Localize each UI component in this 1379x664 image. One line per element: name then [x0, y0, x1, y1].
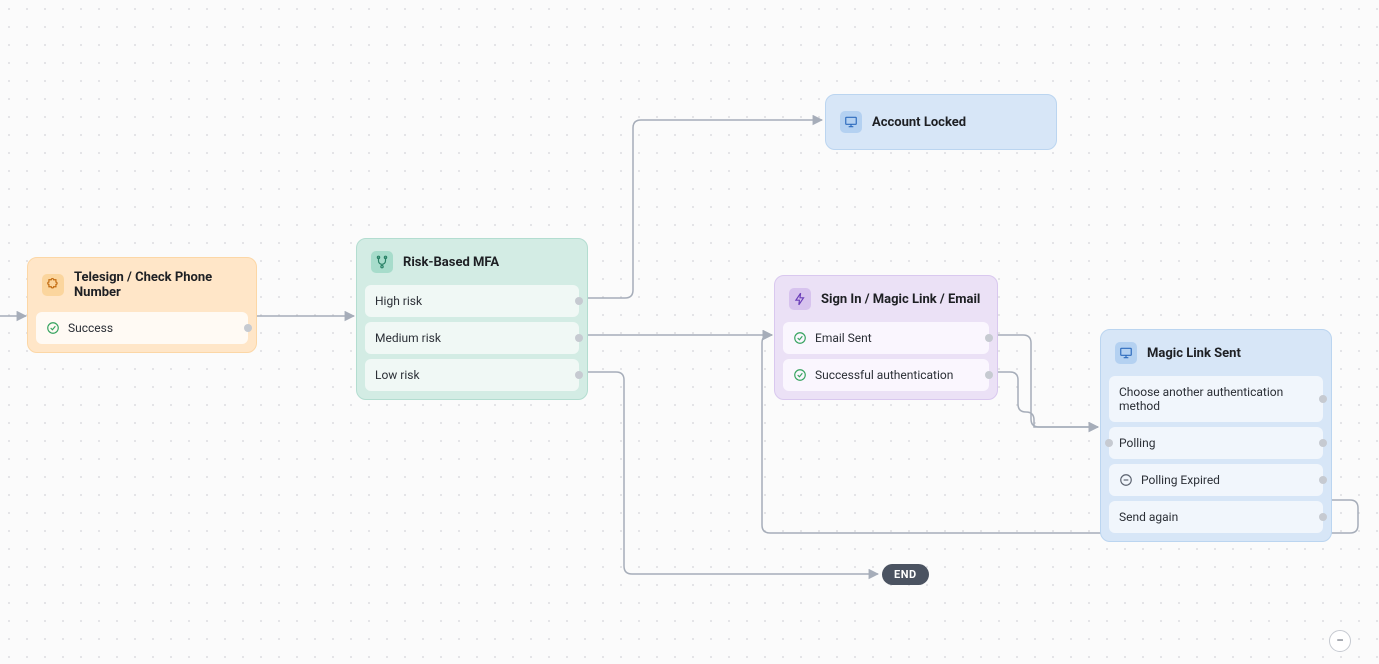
node-title: Telesign / Check Phone Number — [74, 270, 242, 300]
check-circle-icon — [793, 331, 807, 345]
output-port[interactable] — [985, 371, 993, 379]
node-header: Sign In / Magic Link / Email — [775, 276, 997, 322]
row-label: Medium risk — [375, 331, 441, 345]
row-polling-expired[interactable]: Polling Expired — [1109, 464, 1323, 496]
row-polling[interactable]: Polling — [1109, 427, 1323, 459]
row-label: Send again — [1119, 510, 1178, 524]
output-port[interactable] — [575, 334, 583, 342]
row-label: Polling — [1119, 436, 1155, 450]
row-success[interactable]: Success — [36, 312, 248, 344]
node-header: Account Locked — [826, 95, 1056, 149]
output-port[interactable] — [575, 371, 583, 379]
puzzle-icon — [42, 274, 64, 296]
row-email-sent[interactable]: Email Sent — [783, 322, 989, 354]
row-label: Polling Expired — [1141, 473, 1220, 487]
lightning-icon — [789, 288, 811, 310]
row-low-risk[interactable]: Low risk — [365, 359, 579, 391]
node-header: Risk-Based MFA — [357, 239, 587, 285]
check-circle-icon — [46, 321, 60, 335]
node-magic-link-sent[interactable]: Magic Link Sent Choose another authentic… — [1100, 329, 1332, 542]
check-circle-icon — [793, 368, 807, 382]
row-label: High risk — [375, 294, 422, 308]
node-title: Account Locked — [872, 115, 966, 130]
output-port[interactable] — [985, 334, 993, 342]
node-risk-mfa[interactable]: Risk-Based MFA High risk Medium risk Low… — [356, 238, 588, 400]
row-high-risk[interactable]: High risk — [365, 285, 579, 317]
flow-canvas[interactable]: Telesign / Check Phone Number Success Ri… — [0, 0, 1379, 664]
row-medium-risk[interactable]: Medium risk — [365, 322, 579, 354]
node-title: Risk-Based MFA — [403, 255, 499, 270]
node-header: Magic Link Sent — [1101, 330, 1331, 376]
node-title: Sign In / Magic Link / Email — [821, 292, 980, 307]
output-port[interactable] — [1319, 439, 1327, 447]
row-label: Email Sent — [815, 331, 872, 345]
row-auth-success[interactable]: Successful authentication — [783, 359, 989, 391]
row-send-again[interactable]: Send again — [1109, 501, 1323, 533]
output-port[interactable] — [244, 324, 252, 332]
node-header: Telesign / Check Phone Number — [28, 258, 256, 312]
monitor-icon — [840, 111, 862, 133]
minus-circle-icon — [1119, 473, 1133, 487]
node-title: Magic Link Sent — [1147, 346, 1241, 361]
end-badge: END — [882, 564, 929, 585]
row-choose-another[interactable]: Choose another authentication method — [1109, 376, 1323, 422]
branch-icon — [371, 251, 393, 273]
output-port[interactable] — [1319, 513, 1327, 521]
output-port[interactable] — [575, 297, 583, 305]
node-magic-link[interactable]: Sign In / Magic Link / Email Email Sent … — [774, 275, 998, 400]
node-telesign[interactable]: Telesign / Check Phone Number Success — [27, 257, 257, 353]
row-label: Success — [68, 321, 113, 335]
row-label: Choose another authentication method — [1119, 385, 1313, 413]
node-account-locked[interactable]: Account Locked — [825, 94, 1057, 150]
input-port[interactable] — [1105, 439, 1113, 447]
row-label: Successful authentication — [815, 368, 953, 382]
zoom-out-button[interactable] — [1329, 630, 1351, 652]
output-port[interactable] — [1319, 395, 1327, 403]
row-label: Low risk — [375, 368, 420, 382]
monitor-icon — [1115, 342, 1137, 364]
output-port[interactable] — [1319, 476, 1327, 484]
